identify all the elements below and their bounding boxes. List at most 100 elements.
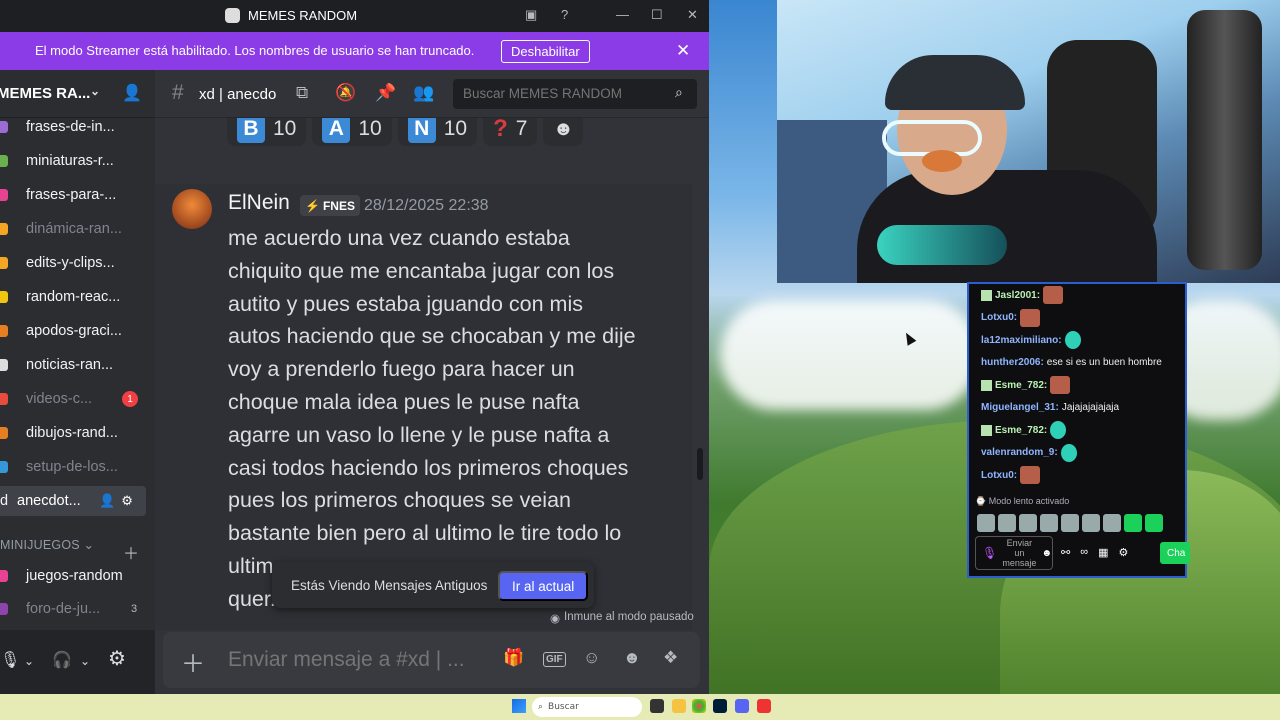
- message-input[interactable]: [228, 648, 498, 672]
- channel-item[interactable]: noticias-ran...: [0, 350, 150, 380]
- message-line: pues los primeros choques se veian: [228, 488, 571, 513]
- stream-chat-username[interactable]: hunther2006:: [981, 357, 1044, 368]
- channel-item[interactable]: dibujos-rand...: [0, 418, 150, 448]
- channel-item[interactable]: dinámica-ran...: [0, 214, 150, 244]
- help-icon[interactable]: ?: [561, 7, 568, 22]
- server-header[interactable]: MEMES RA... ⌄ 👤: [0, 70, 155, 118]
- invite-icon[interactable]: 👤: [99, 493, 115, 509]
- photoshop-icon[interactable]: [713, 699, 727, 713]
- reaction-pill[interactable]: B 10: [227, 118, 307, 146]
- emote-icon[interactable]: [1103, 514, 1121, 532]
- disable-streamer-mode-button[interactable]: Deshabilitar: [501, 40, 590, 63]
- channel-item[interactable]: setup-de-los...: [0, 452, 150, 482]
- emote-icon: [1050, 421, 1067, 440]
- emoji-icon[interactable]: ☻: [1041, 548, 1052, 559]
- gear-icon[interactable]: ⚙: [108, 646, 126, 671]
- webcam-feed: [777, 0, 1280, 283]
- emote-icon[interactable]: [977, 514, 995, 532]
- category-minijuegos[interactable]: MINIJUEGOS ⌄: [0, 537, 94, 552]
- add-user-icon[interactable]: 👤: [122, 83, 142, 103]
- channel-item[interactable]: d anecdot... 👤 ⚙: [0, 486, 146, 516]
- stream-chat-username[interactable]: Lotxu0:: [981, 312, 1017, 323]
- gear-icon[interactable]: ⚙: [1118, 546, 1128, 559]
- channel-item[interactable]: random-reac...: [0, 282, 150, 312]
- windows-start-icon[interactable]: [512, 699, 526, 713]
- message-author[interactable]: ElNein: [228, 191, 290, 215]
- gift-icon[interactable]: 🎁: [503, 648, 524, 668]
- headphones-icon[interactable]: 🎧: [52, 650, 72, 670]
- file-explorer-icon[interactable]: [672, 699, 686, 713]
- stream-chat-username[interactable]: la12maximiliano:: [981, 335, 1062, 346]
- channel-item[interactable]: foro-de-ju... 3: [0, 594, 150, 624]
- channel-label: dinámica-ran...: [26, 221, 122, 237]
- stream-chat-send-button[interactable]: Cha: [1160, 542, 1190, 564]
- emote-icon[interactable]: [1040, 514, 1058, 532]
- guild-tag-badge[interactable]: ⚡ FNES: [300, 195, 360, 216]
- channel-label: videos-c...: [26, 391, 93, 407]
- channel-emoji-icon: [0, 121, 8, 133]
- maximize-icon[interactable]: ☐: [651, 7, 663, 23]
- member-list-icon[interactable]: 👥: [413, 83, 434, 103]
- chevron-down-icon[interactable]: ⌄: [24, 654, 34, 668]
- apps-icon[interactable]: ❖: [663, 648, 678, 668]
- emote-icon[interactable]: [1145, 514, 1163, 532]
- emote-icon[interactable]: [998, 514, 1016, 532]
- channel-item[interactable]: juegos-random: [0, 561, 150, 591]
- add-reaction-icon[interactable]: ☻: [543, 118, 584, 146]
- app-icon[interactable]: [757, 699, 771, 713]
- gif-icon[interactable]: GIF: [543, 652, 566, 667]
- minimize-icon[interactable]: —: [616, 7, 629, 22]
- share-icon[interactable]: ⚯: [1061, 546, 1070, 559]
- taskbar-search[interactable]: ⌕ Buscar: [532, 697, 642, 717]
- channel-item[interactable]: videos-c... 1: [0, 384, 150, 414]
- emote-icon[interactable]: [1124, 514, 1142, 532]
- channel-item[interactable]: apodos-graci...: [0, 316, 150, 346]
- gear-icon[interactable]: ⚙: [121, 493, 133, 509]
- stream-chat-username[interactable]: Miguelangel_31:: [981, 402, 1059, 413]
- emote-icon[interactable]: [1082, 514, 1100, 532]
- emote-icon: [1020, 308, 1041, 327]
- avatar[interactable]: [172, 189, 212, 229]
- task-view-icon[interactable]: [650, 699, 664, 713]
- threads-icon[interactable]: ⧉: [296, 83, 308, 103]
- channel-item[interactable]: edits-y-clips...: [0, 248, 150, 278]
- emote-icon[interactable]: [1019, 514, 1037, 532]
- infinity-icon[interactable]: ∞: [1080, 546, 1088, 559]
- stream-chat-username[interactable]: valenrandom_9:: [981, 447, 1058, 458]
- pin-icon[interactable]: 📌: [375, 83, 396, 103]
- channel-item[interactable]: frases-de-in...: [0, 112, 150, 142]
- notifications-muted-icon[interactable]: 🔕: [335, 83, 356, 103]
- stream-chat-input[interactable]: 🎙 Enviar un mensaje ☻: [975, 536, 1053, 570]
- subscriber-badge-icon: [981, 424, 992, 436]
- emoji-icon[interactable]: ☻: [623, 648, 641, 668]
- close-icon[interactable]: ✕: [687, 7, 698, 23]
- microphone-icon[interactable]: 🎙: [0, 650, 20, 670]
- reaction-bar: B 10 A 10 N 10? 7 ☻: [227, 118, 584, 146]
- search-icon[interactable]: ⌕: [675, 84, 683, 101]
- stream-chat-username[interactable]: Esme_782:: [995, 425, 1047, 436]
- reaction-pill[interactable]: N 10: [397, 118, 478, 146]
- search-input[interactable]: [463, 86, 663, 101]
- close-icon[interactable]: ✕: [676, 41, 690, 61]
- microphone-icon[interactable]: 🎙: [982, 546, 997, 560]
- jump-to-present-button[interactable]: Ir al actual: [498, 571, 589, 601]
- stream-icon[interactable]: ▣: [525, 7, 537, 23]
- stream-chat-username[interactable]: Jasl2001:: [995, 290, 1040, 301]
- stream-chat-username[interactable]: Lotxu0:: [981, 470, 1017, 481]
- emote-icon[interactable]: [1061, 514, 1079, 532]
- scrollbar[interactable]: [697, 448, 703, 480]
- sticker-icon[interactable]: ☺: [583, 648, 600, 668]
- channel-label: noticias-ran...: [26, 357, 114, 373]
- chrome-icon[interactable]: [692, 699, 706, 713]
- emote-picker-row[interactable]: [977, 514, 1163, 532]
- discord-icon[interactable]: [735, 699, 749, 713]
- reaction-pill[interactable]: ? 7: [483, 118, 538, 146]
- channel-item[interactable]: frases-para-...: [0, 180, 150, 210]
- reaction-pill[interactable]: A 10: [312, 118, 392, 146]
- store-icon[interactable]: ▦: [1098, 546, 1108, 559]
- add-attachment-icon[interactable]: ＋: [181, 644, 205, 679]
- chevron-down-icon[interactable]: ⌄: [80, 654, 90, 668]
- channel-item[interactable]: miniaturas-r...: [0, 146, 150, 176]
- stream-chat-username[interactable]: Esme_782:: [995, 380, 1047, 391]
- search-box[interactable]: ⌕: [453, 79, 697, 109]
